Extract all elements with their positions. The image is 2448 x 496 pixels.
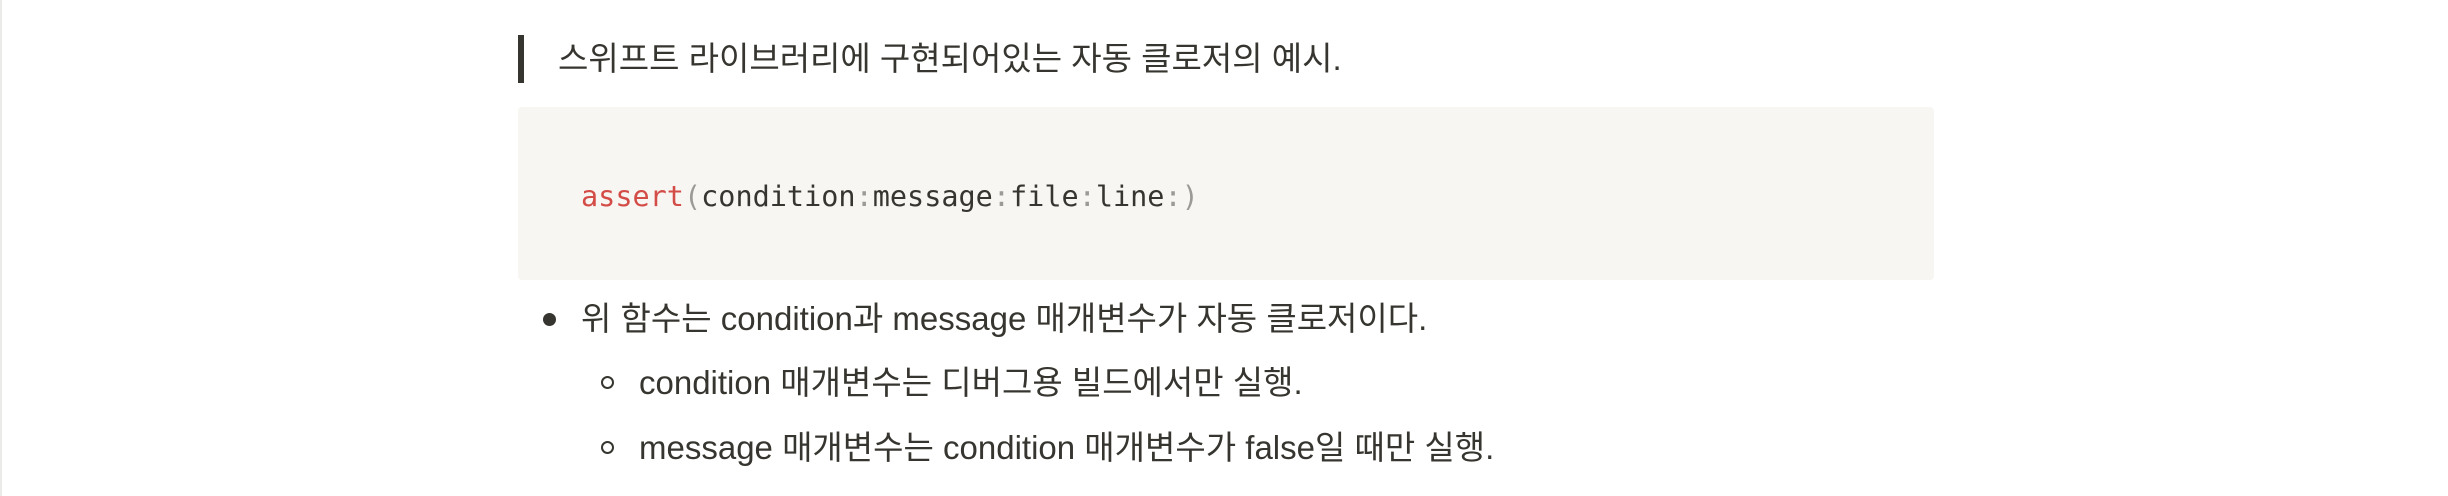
sub-list-item-text: condition 매개변수는 디버그용 빌드에서만 실행. <box>639 364 1303 401</box>
bullet-circle-icon <box>601 441 614 454</box>
code-close-paren: ) <box>1181 180 1199 213</box>
code-open-paren: ( <box>683 180 702 213</box>
code-line: assert(condition:message:file:line:) <box>581 177 1199 217</box>
bullet-dot-icon <box>543 313 556 326</box>
callout-quote: 스위프트 라이브러리에 구현되어있는 자동 클로저의 예시. <box>518 35 1342 83</box>
code-param: line <box>1095 180 1165 213</box>
bullet-circle-icon <box>601 376 614 389</box>
code-param: file <box>1010 180 1079 213</box>
quote-text: 스위프트 라이브러리에 구현되어있는 자동 클로저의 예시. <box>558 40 1342 77</box>
code-param: condition <box>701 180 856 213</box>
list-item-text: 위 함수는 condition과 message 매개변수가 자동 클로저이다. <box>581 300 1428 337</box>
code-block[interactable]: assert(condition:message:file:line:) <box>518 107 1934 280</box>
code-param: message <box>872 180 993 213</box>
code-separator: : <box>1078 180 1096 213</box>
sub-list-item-text: message 매개변수는 condition 매개변수가 false일 때만 … <box>639 429 1495 466</box>
left-divider <box>0 0 2 496</box>
code-separator: : <box>1164 180 1182 213</box>
code-separator: : <box>855 180 873 213</box>
document-page: 스위프트 라이브러리에 구현되어있는 자동 클로저의 예시. assert(co… <box>0 0 2448 496</box>
code-function-name: assert <box>581 180 684 213</box>
code-separator: : <box>992 180 1011 213</box>
